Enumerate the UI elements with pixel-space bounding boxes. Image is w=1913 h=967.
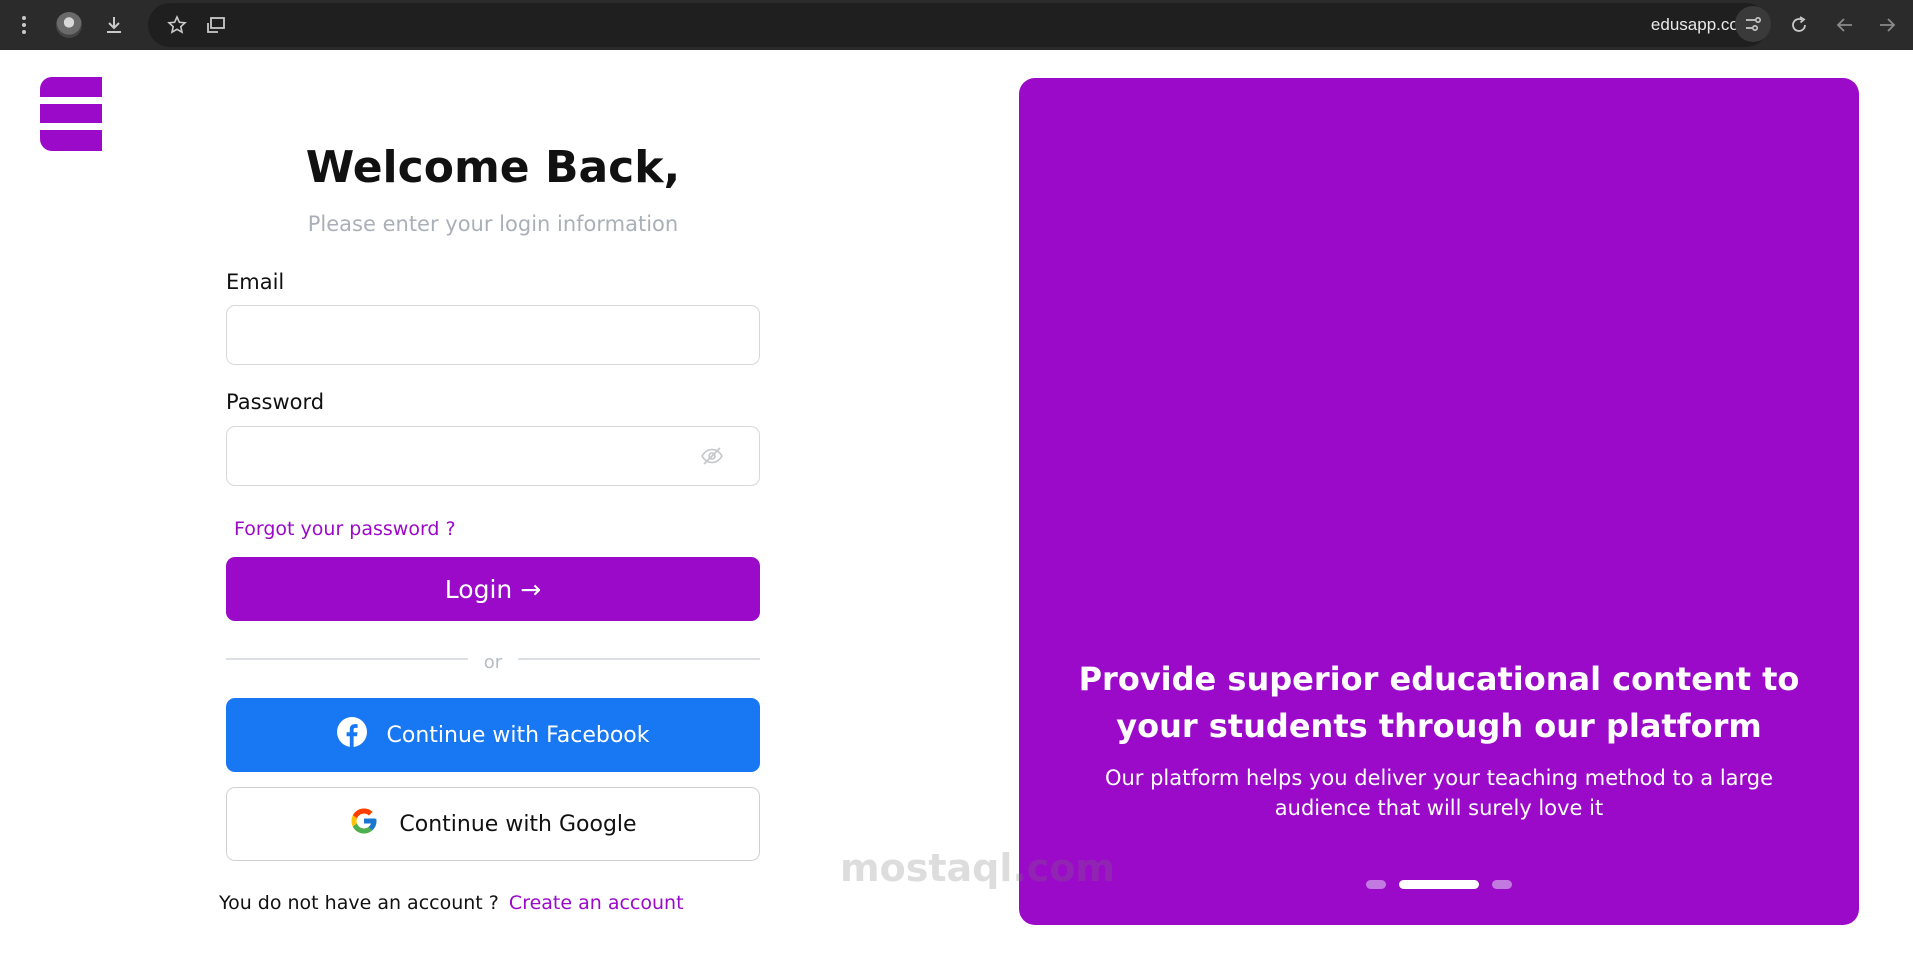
carousel-dot[interactable] — [1492, 880, 1512, 889]
back-arrow-icon[interactable] — [1829, 9, 1861, 41]
signup-prompt: You do not have an account ? Create an a… — [219, 892, 684, 914]
address-bar[interactable] — [148, 3, 1768, 47]
menu-dots-icon[interactable] — [8, 9, 40, 41]
send-to-device-icon[interactable] — [200, 9, 232, 41]
promo-text: Our platform helps you deliver your teac… — [1104, 766, 1774, 820]
watermark: mostaql.com — [840, 846, 1116, 890]
tune-icon[interactable] — [1735, 6, 1771, 42]
divider-right — [518, 658, 760, 660]
login-button-label: Login — [444, 574, 513, 604]
create-account-link[interactable]: Create an account — [509, 892, 684, 914]
arrow-right-icon: → — [520, 574, 542, 604]
promo-title: Provide superior educational content to … — [1078, 660, 1800, 745]
app-logo[interactable] — [40, 77, 102, 151]
page-title: Welcome Back, — [305, 142, 681, 193]
google-icon — [349, 806, 379, 842]
email-field[interactable] — [226, 305, 760, 365]
eye-off-icon[interactable] — [700, 444, 724, 468]
divider-left — [226, 658, 468, 660]
password-label: Password — [226, 390, 325, 414]
carousel-dot-active[interactable] — [1399, 880, 1479, 889]
browser-toolbar: edusapp.com — [0, 0, 1913, 50]
facebook-login-button[interactable]: Continue with Facebook — [226, 698, 760, 772]
email-label: Email — [226, 270, 285, 294]
profile-avatar-icon[interactable] — [53, 9, 85, 41]
facebook-icon — [336, 717, 367, 753]
or-separator: or — [483, 652, 503, 673]
page-subtitle: Please enter your login information — [307, 212, 679, 236]
download-icon[interactable] — [98, 9, 130, 41]
forgot-password-link[interactable]: Forgot your password ? — [234, 518, 456, 540]
password-field[interactable] — [226, 426, 760, 486]
google-login-button[interactable]: Continue with Google — [226, 787, 760, 861]
bookmark-star-icon[interactable] — [161, 9, 193, 41]
promo-panel: Provide superior educational content to … — [1019, 78, 1859, 925]
forward-arrow-icon[interactable] — [1871, 9, 1903, 41]
google-button-label: Continue with Google — [399, 811, 637, 837]
login-button[interactable]: Login → — [226, 557, 760, 621]
facebook-button-label: Continue with Facebook — [386, 722, 650, 748]
carousel-dot[interactable] — [1366, 880, 1386, 889]
no-account-text: You do not have an account ? — [219, 892, 499, 914]
reload-icon[interactable] — [1783, 9, 1815, 41]
